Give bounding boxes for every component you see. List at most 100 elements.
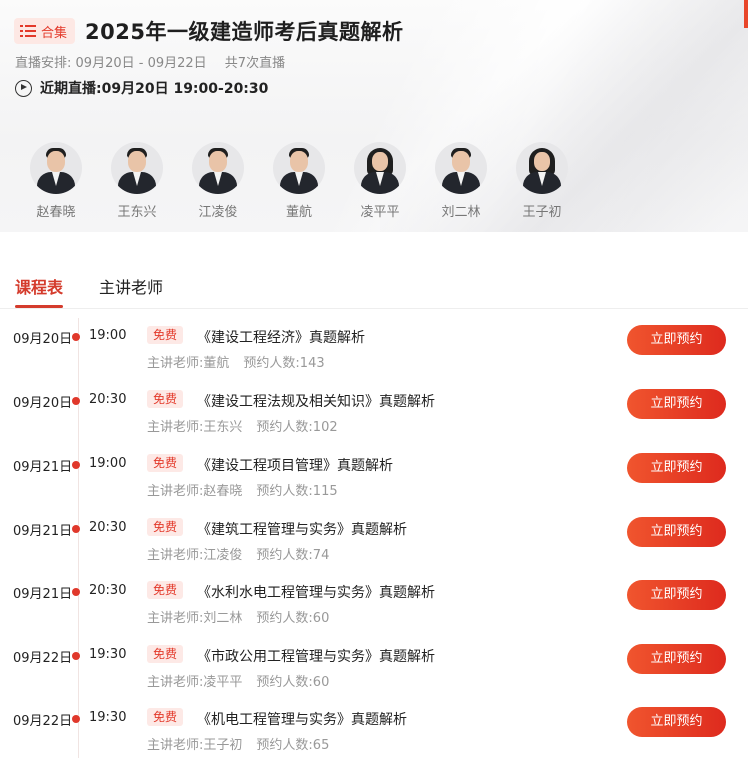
lesson-time: 19:30 [89, 710, 127, 725]
avatar [192, 142, 244, 194]
course-title[interactable]: 《建设工程经济》真题解析 [197, 327, 365, 347]
course-title[interactable]: 《建筑工程管理与实务》真题解析 [197, 519, 407, 539]
list-icon [20, 25, 36, 37]
lesson-time: 20:30 [89, 392, 127, 407]
lesson-row: 09月21日 20:30 免费 《水利水电工程管理与实务》真题解析 主讲老师:刘二林 预约… [0, 579, 748, 643]
teacher-name: 董航 [285, 205, 312, 220]
collection-badge-label: 合集 [41, 25, 68, 41]
recent-live-value: 09月20日 19:00-20:30 [101, 81, 269, 97]
lesson-row: 09月20日 20:30 免费 《建设工程法规及相关知识》真题解析主讲老师:王东兴 预约… [0, 388, 748, 452]
schedule-dates: 09月20日 - 09月22日 [75, 56, 207, 71]
reservation-count: 143 [299, 356, 325, 371]
tab-bar: 课程表 主讲老师 [0, 252, 748, 309]
free-badge: 免费 [147, 708, 184, 726]
reserve-button[interactable]: 立即预约 [627, 644, 726, 674]
course-title[interactable]: 《市政公用工程管理与实务》真题解析 [197, 646, 435, 666]
avatar [435, 142, 487, 194]
free-badge: 免费 [147, 518, 184, 536]
count-label: 预约人数: [256, 548, 313, 563]
course-title[interactable]: 《水利水电工程管理与实务》真题解析 [197, 582, 435, 602]
reserve-button[interactable]: 立即预约 [627, 707, 726, 737]
reservation-count: 74 [312, 548, 330, 563]
lesson-row: 09月20日 19:00 免费 《建设工程经济》真题解析主讲老师:董航 预约人数:143… [0, 324, 748, 388]
teacher-label: 主讲老师: [147, 611, 204, 626]
title-row: 合集 2025年一级建造师考后真题解析 [14, 16, 403, 46]
lesson-row: 09月21日 20:30 免费 《建筑工程管理与实务》真题解析 主讲老师:江凌俊 预约人数… [0, 516, 748, 580]
reserve-button[interactable]: 立即预约 [627, 325, 726, 355]
lesson-time: 19:00 [89, 328, 127, 343]
reservation-count: 60 [312, 611, 330, 626]
schedule-info: 直播安排: 09月20日 - 09月22日 共7次直播 [15, 52, 285, 71]
teacher-label: 主讲老师: [147, 356, 204, 371]
free-badge: 免费 [147, 326, 184, 344]
teacher-item[interactable]: 江凌俊 [192, 142, 273, 220]
teacher-label: 主讲老师: [147, 675, 204, 690]
reserve-button[interactable]: 立即预约 [627, 580, 726, 610]
free-badge: 免费 [147, 645, 184, 663]
reservation-count: 115 [312, 484, 338, 499]
avatar [516, 142, 568, 194]
teacher-item[interactable]: 董航 [273, 142, 354, 220]
timeline-dot [72, 333, 80, 341]
teacher-label: 主讲老师: [147, 548, 204, 563]
lesson-teacher: 凌平平 [203, 675, 243, 690]
recent-live-info: 近期直播: 09月20日 19:00-20:30 [15, 78, 268, 98]
lesson-meta: 主讲老师:董航 预约人数:143 [147, 352, 325, 371]
recent-live-label: 近期直播: [40, 81, 102, 97]
reserve-button[interactable]: 立即预约 [627, 389, 726, 419]
lesson-meta: 主讲老师:凌平平 预约人数:60 [147, 671, 329, 690]
count-label: 预约人数: [256, 611, 313, 626]
teacher-name: 赵春晓 [36, 205, 76, 220]
count-label: 预约人数: [256, 420, 313, 435]
lesson-date: 09月21日 [13, 524, 73, 539]
page-title: 2025年一级建造师考后真题解析 [85, 20, 404, 44]
teacher-name: 凌平平 [360, 205, 400, 220]
teacher-label: 主讲老师: [147, 484, 204, 499]
teacher-item[interactable]: 凌平平 [354, 142, 435, 220]
lesson-meta: 主讲老师:赵春晓 预约人数:115 [147, 480, 338, 499]
lesson-teacher: 王东兴 [203, 420, 243, 435]
free-badge: 免费 [147, 390, 184, 408]
teacher-name: 刘二林 [441, 205, 481, 220]
reservation-count: 102 [312, 420, 338, 435]
lesson-row: 09月22日 19:30 免费 《市政公用工程管理与实务》真题解析主讲老师:凌平平 预约… [0, 643, 748, 707]
lesson-teacher: 王子初 [203, 738, 243, 753]
lesson-date: 09月21日 [13, 587, 73, 602]
lesson-teacher: 董航 [203, 356, 230, 371]
teacher-item[interactable]: 王子初 [516, 142, 597, 220]
reserve-button[interactable]: 立即预约 [627, 517, 726, 547]
reservation-count: 65 [312, 738, 330, 753]
avatar [273, 142, 325, 194]
course-title[interactable]: 《建设工程法规及相关知识》真题解析 [197, 391, 435, 411]
teacher-label: 主讲老师: [147, 738, 204, 753]
reservation-count: 60 [312, 675, 330, 690]
count-label: 预约人数: [243, 356, 300, 371]
lesson-teacher: 刘二林 [203, 611, 243, 626]
teacher-item[interactable]: 赵春晓 [30, 142, 111, 220]
course-title[interactable]: 《建设工程项目管理》真题解析 [197, 455, 393, 475]
lesson-time: 20:30 [89, 520, 127, 535]
lesson-time: 20:30 [89, 583, 127, 598]
lesson-time: 19:30 [89, 647, 127, 662]
tab-schedule[interactable]: 课程表 [15, 274, 64, 308]
tab-teachers[interactable]: 主讲老师 [99, 274, 163, 298]
count-label: 预约人数: [256, 738, 313, 753]
course-title[interactable]: 《机电工程管理与实务》真题解析 [197, 709, 407, 729]
teacher-item[interactable]: 刘二林 [435, 142, 516, 220]
teacher-avatar-list: 赵春晓 王东兴 江凌俊 董航 凌平平 刘二林 王子初 [30, 142, 597, 220]
lesson-date: 09月20日 [13, 332, 73, 347]
timeline-dot [72, 652, 80, 660]
timeline-dot [72, 525, 80, 533]
lesson-date: 09月20日 [13, 396, 73, 411]
timeline-dot [72, 397, 80, 405]
lesson-date: 09月22日 [13, 651, 73, 666]
count-label: 预约人数: [256, 675, 313, 690]
teacher-item[interactable]: 王东兴 [111, 142, 192, 220]
avatar [111, 142, 163, 194]
lesson-date: 09月22日 [13, 714, 73, 729]
schedule-prefix: 直播安排: [15, 56, 72, 71]
reserve-button[interactable]: 立即预约 [627, 453, 726, 483]
play-circle-icon [15, 79, 32, 97]
lesson-meta: 主讲老师:王东兴 预约人数:102 [147, 416, 338, 435]
timeline-dot [72, 588, 80, 596]
